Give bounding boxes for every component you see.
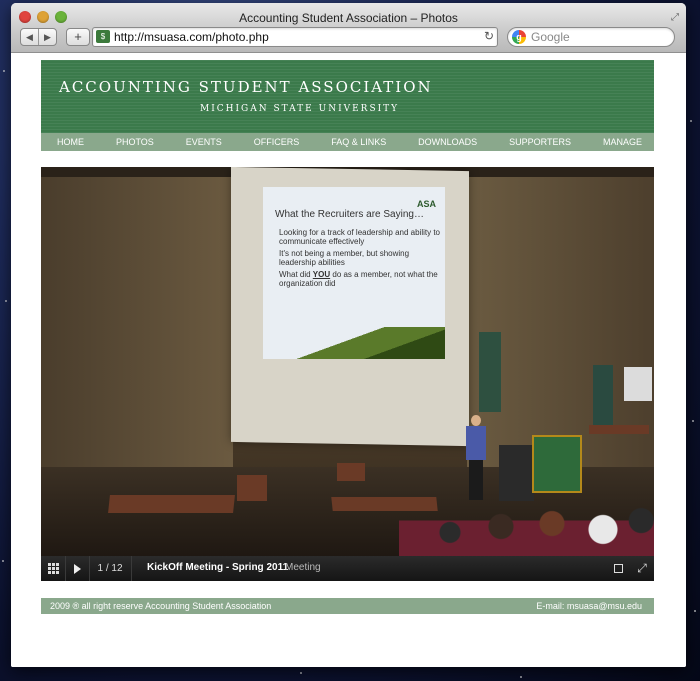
lecture-hall-photo[interactable]: ASA What the Recruiters are Saying… Look… — [41, 167, 654, 556]
whiteboard — [624, 367, 652, 401]
door — [593, 365, 613, 425]
nav-manage[interactable]: MANAGE — [603, 137, 642, 147]
site-favicon-icon: $ — [96, 30, 110, 43]
search-placeholder[interactable]: Google — [531, 30, 570, 44]
page-content: ACCOUNTING STUDENT ASSOCIATION MICHIGAN … — [11, 53, 686, 667]
back-forward-buttons: ◀ ▶ — [20, 28, 57, 46]
play-icon[interactable] — [65, 556, 90, 581]
slide-heading: What the Recruiters are Saying… — [275, 209, 424, 220]
reload-icon[interactable]: ↻ — [484, 29, 494, 43]
forward-button[interactable]: ▶ — [38, 29, 56, 45]
av-cart — [499, 445, 534, 501]
window-title: Accounting Student Association – Photos — [239, 11, 458, 25]
nav-downloads[interactable]: DOWNLOADS — [418, 137, 477, 147]
fullscreen-icon[interactable]: ⤢ — [671, 12, 679, 23]
window-mode-icon[interactable] — [607, 556, 629, 581]
back-button[interactable]: ◀ — [21, 29, 38, 45]
banner-title: ACCOUNTING STUDENT ASSOCIATION — [59, 78, 433, 96]
photo-category: Meeting — [285, 562, 321, 573]
slide-bullet: Looking for a track of leadership and ab… — [279, 228, 440, 246]
banner-subtitle: MICHIGAN STATE UNIVERSITY — [200, 104, 400, 114]
nav-faq-links[interactable]: FAQ & LINKS — [331, 137, 386, 147]
url-text[interactable]: http://msuasa.com/photo.php — [114, 30, 269, 44]
add-bookmark-button[interactable]: + — [66, 28, 90, 46]
audience — [399, 497, 654, 556]
photo-viewer: ASA What the Recruiters are Saying… Look… — [41, 167, 654, 581]
search-field[interactable]: g Google — [507, 27, 675, 47]
nav-photos[interactable]: PHOTOS — [116, 137, 154, 147]
address-bar[interactable]: $ http://msuasa.com/photo.php ↻ — [92, 27, 498, 47]
google-icon: g — [512, 30, 526, 44]
nav-events[interactable]: EVENTS — [186, 137, 222, 147]
thumbnail-grid-icon[interactable] — [41, 556, 66, 581]
browser-window: Accounting Student Association – Photos … — [11, 3, 686, 667]
desk — [108, 495, 235, 513]
nav-officers[interactable]: OFFICERS — [254, 137, 300, 147]
main-nav: HOME PHOTOS EVENTS OFFICERS FAQ & LINKS … — [41, 133, 654, 151]
fullscreen-toggle-icon[interactable]: ⤢ — [631, 556, 653, 581]
nav-supporters[interactable]: SUPPORTERS — [509, 137, 571, 147]
footer-email-link[interactable]: E-mail: msuasa@msu.edu — [536, 601, 642, 611]
podium — [532, 435, 582, 493]
desk — [589, 425, 649, 434]
site-footer: 2009 ® all right reserve Accounting Stud… — [41, 598, 654, 614]
slide-bullets: Looking for a track of leadership and ab… — [279, 228, 441, 291]
nav-home[interactable]: HOME — [57, 137, 84, 147]
site-banner[interactable]: ACCOUNTING STUDENT ASSOCIATION MICHIGAN … — [41, 60, 654, 133]
slide-logo: ASA — [417, 199, 437, 209]
banner-stand — [479, 332, 501, 412]
slide-bullet: What did YOU do as a member, not what th… — [279, 270, 438, 288]
slide-bullet: It's not being a member, but showing lea… — [279, 249, 410, 267]
title-bar: Accounting Student Association – Photos … — [11, 3, 686, 53]
photo-title: KickOff Meeting - Spring 2011 — [147, 562, 289, 573]
footer-copyright: 2009 ® all right reserve Accounting Stud… — [50, 601, 272, 611]
viewer-controls: 1 / 12 KickOff Meeting - Spring 2011 Mee… — [41, 556, 654, 581]
photo-counter: 1 / 12 — [89, 556, 132, 581]
